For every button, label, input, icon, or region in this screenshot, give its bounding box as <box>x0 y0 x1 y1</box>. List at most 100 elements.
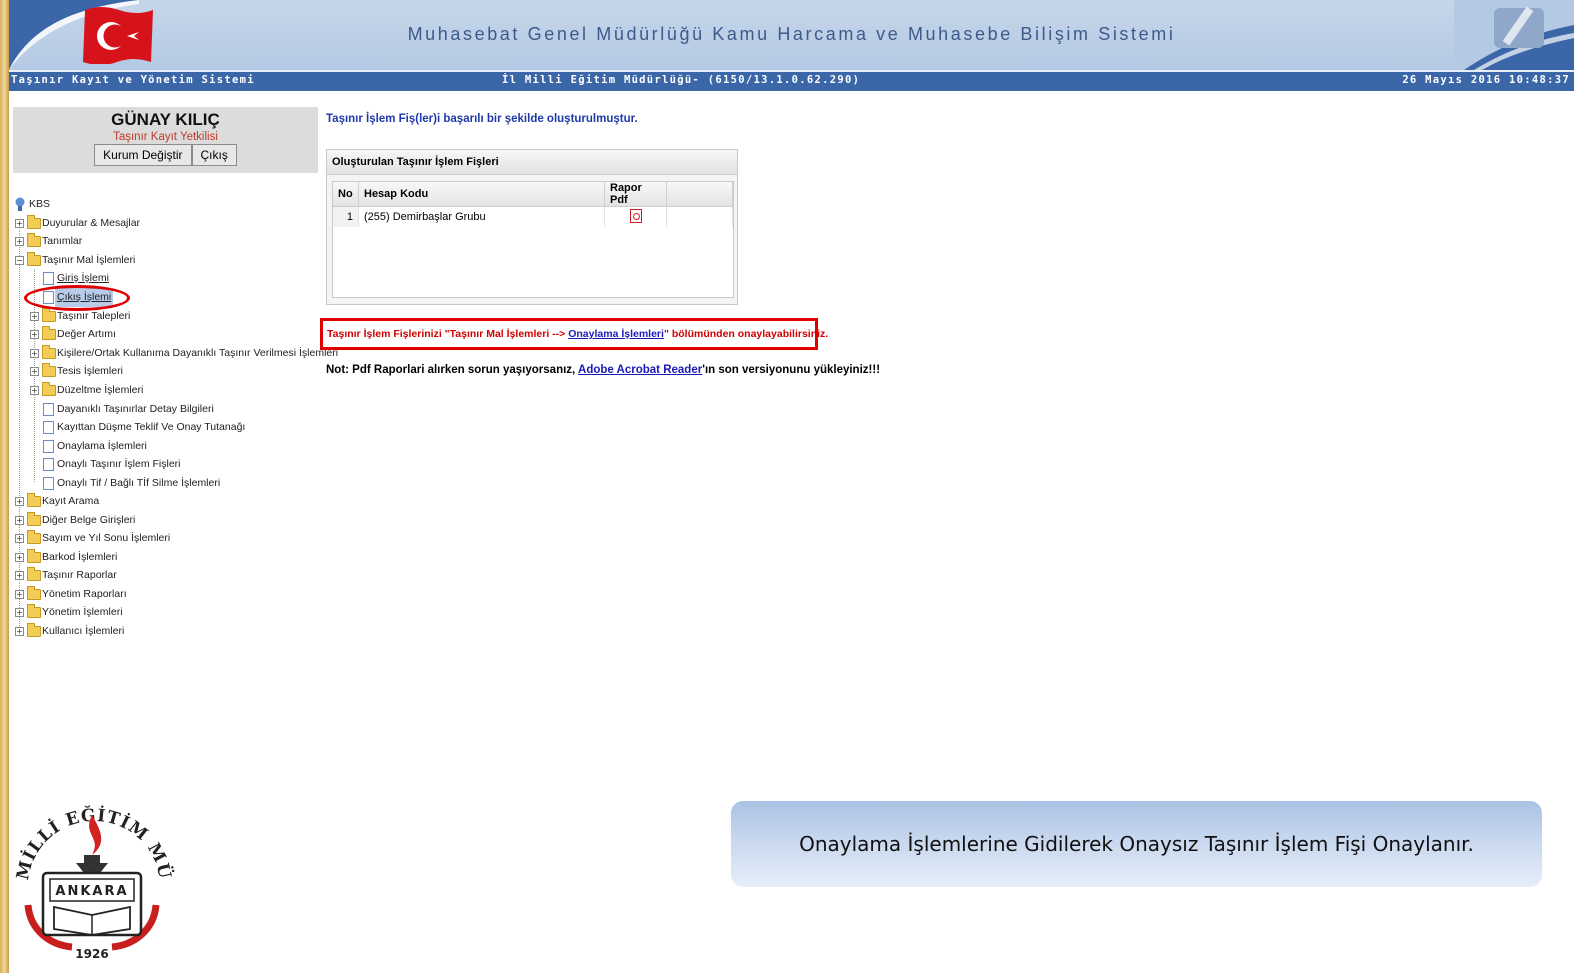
tree-item-tasinir-raporlar[interactable]: + Taşınır Raporlar <box>13 566 323 585</box>
tree-item-label: Onaylama İşlemleri <box>57 439 147 452</box>
folder-icon <box>27 492 41 507</box>
tree-root-kbs[interactable]: KBS <box>13 195 323 214</box>
expand-icon[interactable]: + <box>30 330 39 340</box>
tree-item-label: Kayıt Arama <box>42 494 100 507</box>
expand-icon[interactable]: + <box>15 237 24 247</box>
expand-icon[interactable]: + <box>15 218 24 228</box>
folder-icon <box>42 326 56 341</box>
pdf-note-suffix: 'ın son versiyonunu yükleyiniz!!! <box>702 364 881 376</box>
system-title: Muhasebat Genel Müdürlüğü Kamu Harcama v… <box>407 24 1176 44</box>
tree-item-kullanici-islemleri[interactable]: + Kullanıcı İşlemleri <box>13 622 323 641</box>
expand-icon[interactable]: + <box>15 571 24 581</box>
adobe-reader-link[interactable]: Adobe Acrobat Reader <box>578 364 702 376</box>
folder-icon <box>27 233 41 248</box>
tree-item-dayanikli-tasinirlar[interactable]: Dayanıklı Taşınırlar Detay Bilgileri <box>13 400 323 419</box>
datetime: 26 Mayıs 2016 10:48:37 <box>1402 74 1570 86</box>
expand-icon[interactable]: + <box>15 627 24 637</box>
onaylama-islemleri-link[interactable]: Onaylama İşlemleri <box>568 328 664 340</box>
tree-item-yonetim-islemleri[interactable]: + Yönetim İşlemleri <box>13 603 323 622</box>
cell-empty <box>666 206 733 227</box>
folder-icon <box>27 567 41 582</box>
tree-item-label: Onaylı Taşınır İşlem Fişleri <box>57 458 181 471</box>
milli-egitim-ankara-logo: MİLLİ EĞİTİM MÜDÜRLÜĞÜ ANKARA 1926 <box>10 795 175 961</box>
tree-item-duzeltme-islemleri[interactable]: + Düzeltme İşlemleri <box>13 381 323 400</box>
expand-icon[interactable]: + <box>15 515 24 525</box>
tree-item-label: Dayanıklı Taşınırlar Detay Bilgileri <box>57 402 214 415</box>
folder-icon <box>42 381 56 396</box>
system-name: Taşınır Kayıt ve Yönetim Sistemi <box>11 74 255 86</box>
logo-city: ANKARA <box>55 884 128 899</box>
tree-item-label: Düzeltme İşlemleri <box>57 383 144 396</box>
created-slips-panel: Oluşturulan Taşınır İşlem Fişleri No Hes… <box>326 149 738 305</box>
tree-item-tasinir-mal-islemleri[interactable]: − Taşınır Mal İşlemleri <box>13 251 323 270</box>
column-header-empty <box>666 182 733 207</box>
notice-prefix: Taşınır İşlem Fişlerinizi "Taşınır Mal İ… <box>327 328 569 340</box>
change-organization-button[interactable]: Kurum Değiştir <box>94 144 192 166</box>
slips-table: No Hesap Kodu Rapor Pdf 1 (255) Demirbaş… <box>333 182 733 227</box>
tree-item-deger-artimi[interactable]: + Değer Artımı <box>13 325 323 344</box>
user-name: GÜNAY KILIÇ <box>111 110 220 129</box>
page-icon <box>43 272 54 286</box>
page-icon <box>43 458 54 472</box>
tree-item-onaylama-islemleri[interactable]: Onaylama İşlemleri <box>13 437 323 456</box>
page-icon <box>43 421 54 435</box>
tree-item-duyurular[interactable]: + Duyurular & Mesajlar <box>13 214 323 233</box>
tree-item-sayim-yil-sonu[interactable]: + Sayım ve Yıl Sonu İşlemleri <box>13 529 323 548</box>
tree-item-label: Duyurular & Mesajlar <box>42 216 141 229</box>
tree-item-label: Değer Artımı <box>57 328 116 341</box>
cell-hesap-kodu: (255) Demirbaşlar Grubu <box>358 206 605 227</box>
logout-button[interactable]: Çıkış <box>191 144 237 166</box>
tree-item-kayittan-dusme[interactable]: Kayıttan Düşme Teklif Ve Onay Tutanağı <box>13 418 323 437</box>
tree-item-label: Kullanıcı İşlemleri <box>42 625 125 638</box>
folder-icon <box>27 530 41 545</box>
page-icon <box>43 476 54 490</box>
tree-item-label: Yönetim İşlemleri <box>42 606 123 619</box>
pen-illustration-icon <box>1454 0 1574 70</box>
expand-icon[interactable]: + <box>15 608 24 618</box>
column-header-rapor-pdf: Rapor Pdf <box>604 182 667 207</box>
instruction-callout: Onaylama İşlemlerine Gidilerek Onaysız T… <box>731 801 1542 887</box>
tree-item-label: Taşınır Mal İşlemleri <box>42 253 136 266</box>
tree-item-diger-belge-girisleri[interactable]: + Diğer Belge Girişleri <box>13 511 323 530</box>
expand-icon[interactable]: + <box>15 496 24 506</box>
tree-item-label: Kişilere/Ortak Kullanıma Dayanıklı Taşın… <box>57 346 339 359</box>
tree-item-label: Kayıttan Düşme Teklif Ve Onay Tutanağı <box>57 421 246 434</box>
page-icon <box>43 439 54 453</box>
folder-icon <box>27 604 41 619</box>
expand-icon[interactable]: + <box>15 589 24 599</box>
left-decorative-strip <box>0 0 9 973</box>
expand-icon[interactable]: + <box>15 534 24 544</box>
expand-icon[interactable]: + <box>30 385 39 395</box>
expand-icon[interactable]: + <box>30 311 39 321</box>
expand-icon[interactable]: + <box>15 552 24 562</box>
expand-icon[interactable]: + <box>30 348 39 358</box>
kbs-icon <box>15 197 25 211</box>
tree-item-tanimlar[interactable]: + Tanımlar <box>13 232 323 251</box>
cell-rapor-pdf <box>604 206 667 227</box>
tree-item-kayit-arama[interactable]: + Kayıt Arama <box>13 492 323 511</box>
folder-icon <box>27 548 41 563</box>
tree-item-onayli-tasinir-islem-fisleri[interactable]: Onaylı Taşınır İşlem Fişleri <box>13 455 323 474</box>
navigation-tree: KBS + Duyurular & Mesajlar + Tanımlar − … <box>13 195 338 641</box>
collapse-icon[interactable]: − <box>15 255 24 265</box>
folder-icon <box>42 307 56 322</box>
folder-icon <box>42 363 56 378</box>
tree-item-kisilere-ortak-kullanima[interactable]: + Kişilere/Ortak Kullanıma Dayanıklı Taş… <box>13 344 338 363</box>
pdf-icon[interactable] <box>629 208 642 223</box>
folder-icon <box>27 511 41 526</box>
folder-icon <box>42 344 56 359</box>
tree-item-label: Yönetim Raporları <box>42 587 127 600</box>
expand-icon[interactable]: + <box>30 367 39 377</box>
user-panel: GÜNAY KILIÇ Taşınır Kayıt Yetkilisi Kuru… <box>13 107 318 173</box>
panel-title: Oluşturulan Taşınır İşlem Fişleri <box>327 150 737 175</box>
tree-item-label: Onaylı Tif / Bağlı Tİf Silme İşlemleri <box>57 476 221 489</box>
tree-item-tesis-islemleri[interactable]: + Tesis İşlemleri <box>13 362 323 381</box>
tree-root-label: KBS <box>29 198 51 210</box>
pdf-note-prefix: Not: Pdf Raporlari alırken sorun yaşıyor… <box>326 364 579 376</box>
page-icon <box>43 402 54 416</box>
tree-item-label: Diğer Belge Girişleri <box>42 513 136 526</box>
tree-item-onayli-tif-silme[interactable]: Onaylı Tif / Bağlı Tİf Silme İşlemleri <box>13 474 323 492</box>
tree-item-yonetim-raporlari[interactable]: + Yönetim Raporları <box>13 585 323 604</box>
folder-open-icon <box>27 251 41 266</box>
tree-item-barkod-islemleri[interactable]: + Barkod İşlemleri <box>13 548 323 567</box>
